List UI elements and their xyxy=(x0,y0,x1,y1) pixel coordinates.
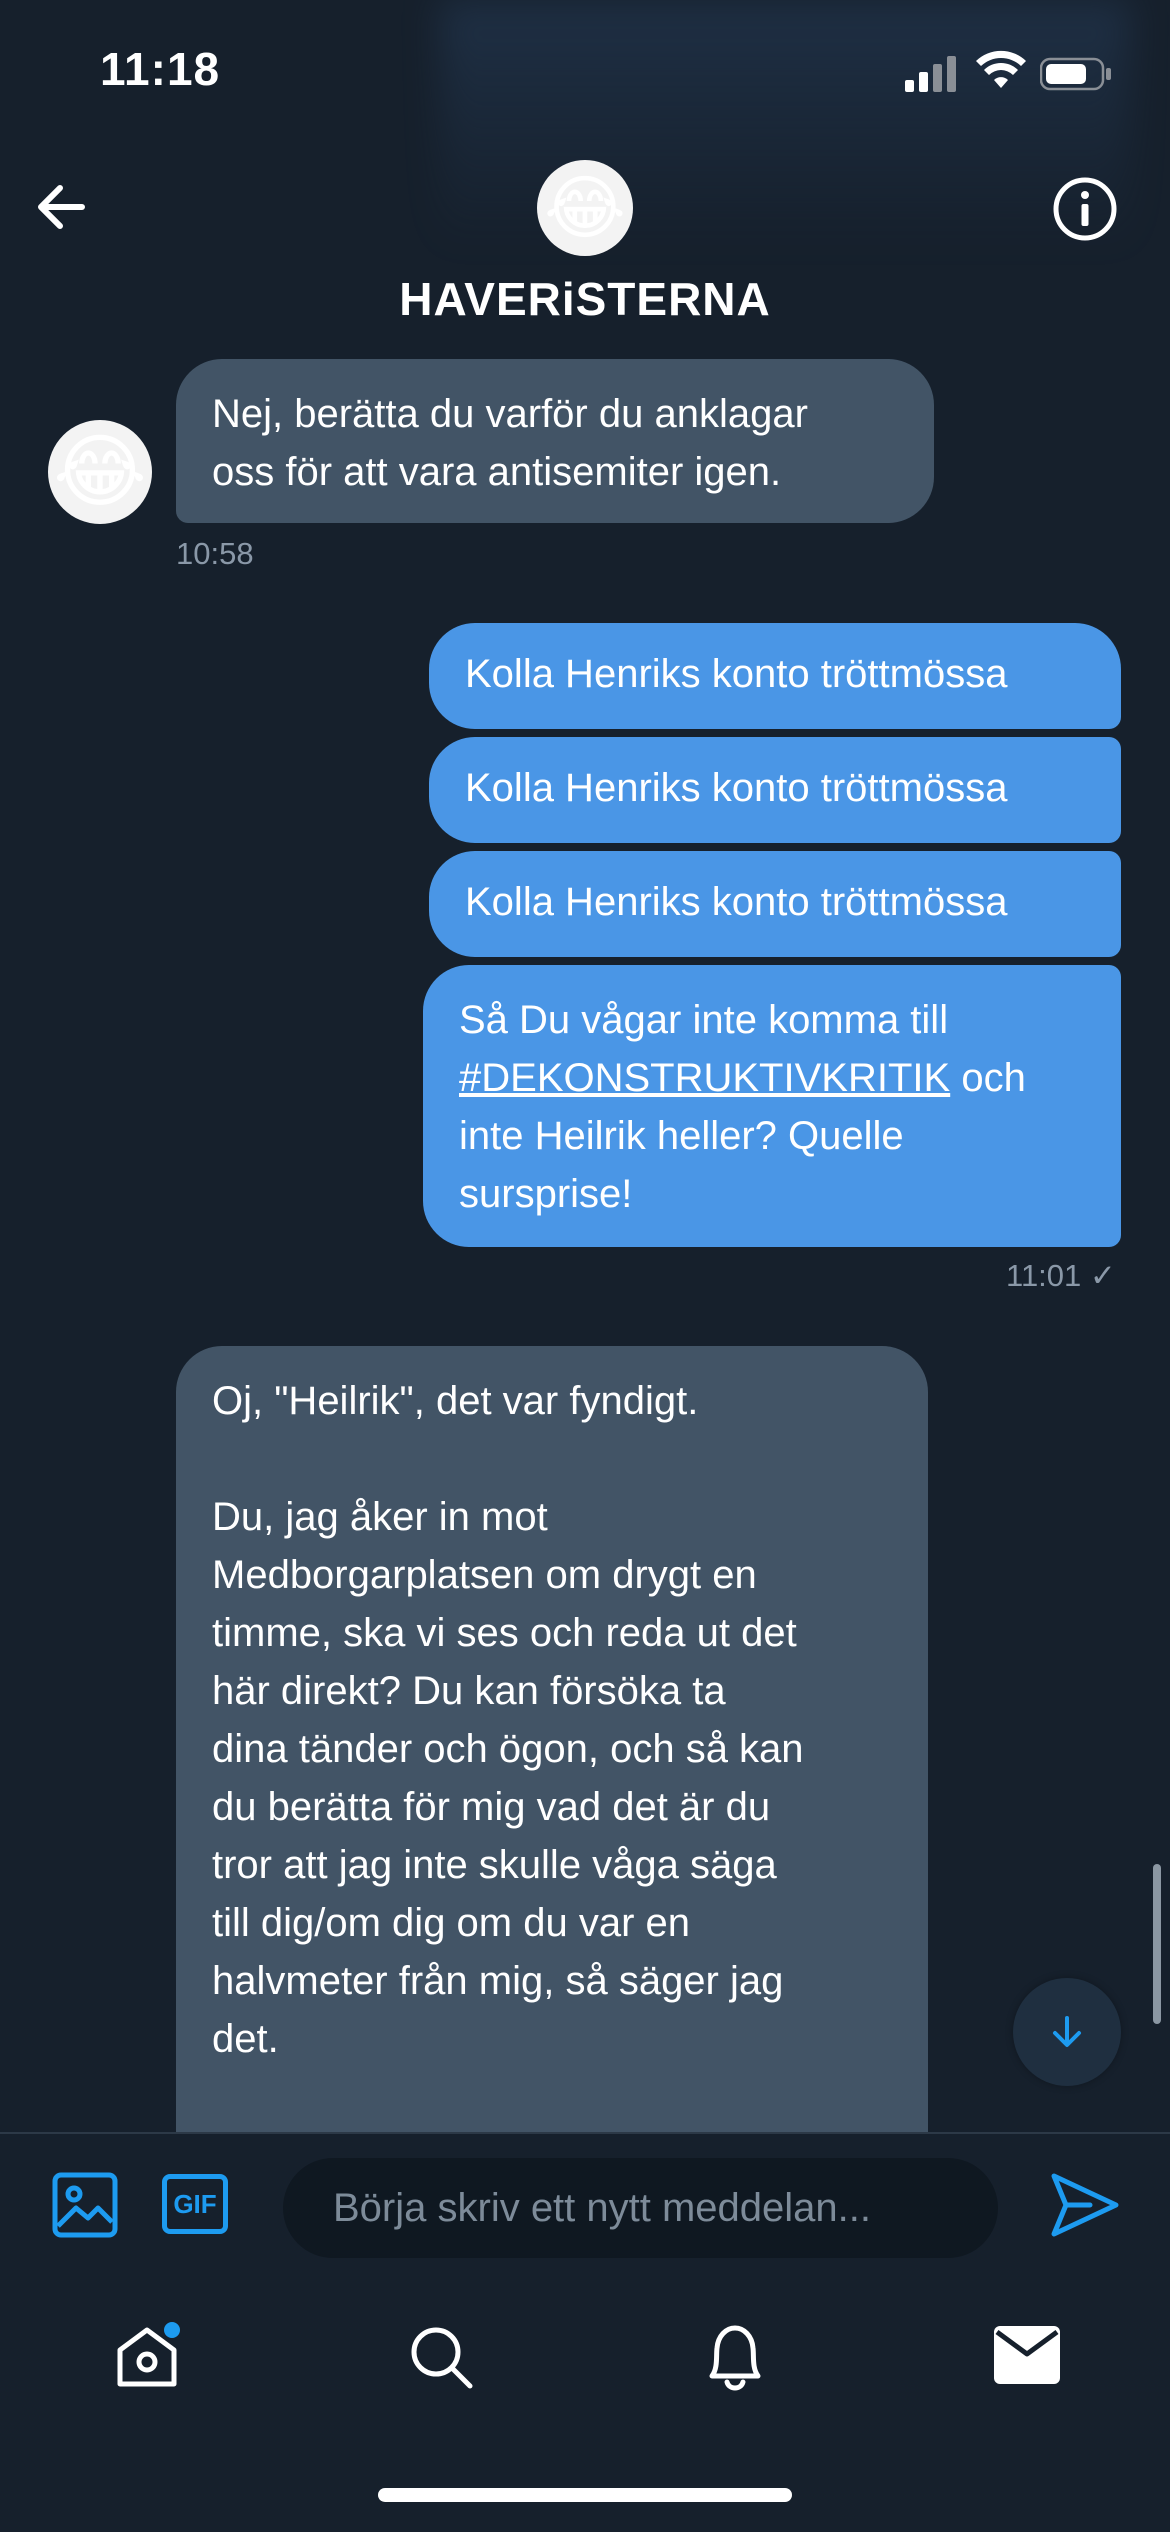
battery-icon xyxy=(1040,57,1111,91)
send-icon[interactable] xyxy=(1050,2172,1120,2238)
message-timestamp: 10:58 xyxy=(176,536,254,571)
message-bubble-incoming[interactable]: Nej, berätta du varför du anklagar oss f… xyxy=(176,359,934,523)
message-timestamp: 11:01 ✓ xyxy=(1006,1258,1116,1293)
message-input[interactable] xyxy=(283,2158,998,2258)
search-icon[interactable] xyxy=(406,2322,476,2392)
message-bubble-outgoing[interactable]: Kolla Henriks konto tröttmössa xyxy=(429,851,1121,957)
scroll-down-icon xyxy=(1053,2016,1081,2047)
scroll-down-button[interactable] xyxy=(1013,1978,1121,2086)
wifi-icon xyxy=(976,50,1026,88)
home-icon[interactable] xyxy=(112,2322,182,2392)
home-indicator[interactable] xyxy=(378,2488,792,2502)
mail-icon[interactable] xyxy=(994,2326,1060,2384)
message-bubble-outgoing[interactable]: Kolla Henriks konto tröttmössa xyxy=(429,737,1121,843)
bell-icon[interactable] xyxy=(700,2320,770,2394)
message-bubble-outgoing[interactable]: Kolla Henriks konto tröttmössa xyxy=(429,623,1121,729)
info-icon[interactable] xyxy=(1052,176,1118,242)
message-text: Så Du vågar inte komma till xyxy=(459,998,949,1042)
message-bubble-outgoing[interactable]: Så Du vågar inte komma till #DEKONSTRUKT… xyxy=(423,965,1121,1247)
group-title[interactable]: HAVERiSTERNA xyxy=(0,272,1170,326)
gif-button[interactable]: GIF xyxy=(162,2174,228,2234)
message-bubble-incoming[interactable]: Oj, "Heilrik", det var fyndigt. Du, jag … xyxy=(176,1346,928,2146)
sender-avatar[interactable]: 😂 xyxy=(48,420,152,524)
signal-icon xyxy=(905,56,956,92)
gif-label: GIF xyxy=(173,2188,217,2219)
back-arrow-icon[interactable] xyxy=(30,176,92,238)
image-icon[interactable] xyxy=(52,2172,118,2238)
group-avatar[interactable]: 😂 xyxy=(537,160,633,256)
status-time: 11:18 xyxy=(100,43,221,95)
scrollbar[interactable] xyxy=(1153,1864,1161,2024)
hashtag-link[interactable]: #DEKONSTRUKTIVKRITIK xyxy=(459,1056,950,1100)
